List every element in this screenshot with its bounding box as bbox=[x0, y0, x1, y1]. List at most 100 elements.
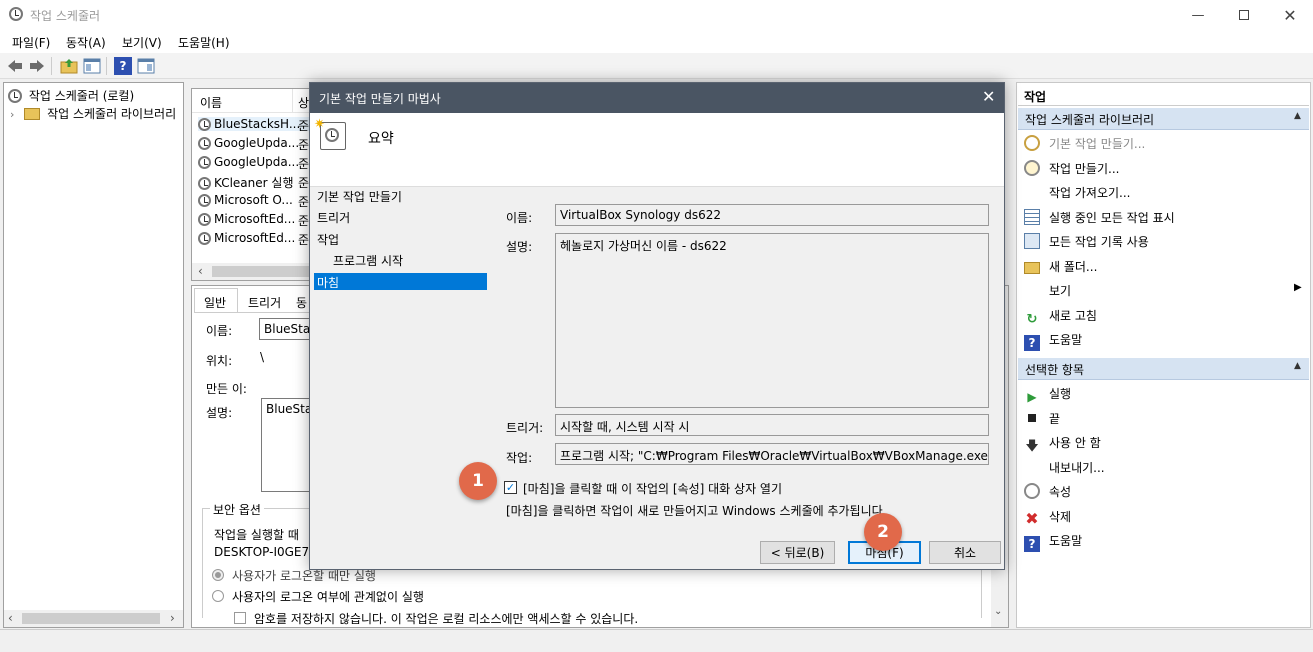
help-icon: ? bbox=[1024, 536, 1040, 552]
folder-clock-icon bbox=[24, 108, 41, 120]
menu-action[interactable]: 동작(A) bbox=[66, 34, 106, 51]
task-clock-icon bbox=[198, 118, 211, 131]
table-row[interactable]: GoogleUpda... 준 bbox=[198, 155, 312, 171]
action-item[interactable]: ✖ 삭제 bbox=[1024, 508, 1071, 527]
wizard-step: 트리거 bbox=[317, 211, 351, 225]
back-button[interactable]: < 뒤로(B) bbox=[760, 541, 835, 564]
tab-trigger-label: 트리거 bbox=[248, 296, 282, 310]
scheduler-clock-icon bbox=[8, 89, 22, 103]
action-item[interactable]: 작업 만들기... bbox=[1024, 159, 1119, 177]
scroll-thumb[interactable] bbox=[212, 266, 312, 277]
scroll-down-icon[interactable]: ⌄ bbox=[994, 606, 1002, 617]
column-status-header[interactable]: 상 bbox=[298, 94, 309, 111]
table-row[interactable]: BlueStacksH... 준 bbox=[198, 117, 312, 133]
wizard-step: 작업 bbox=[317, 233, 340, 247]
task-list: 이름 상 BlueStacksH... 준 GoogleUpda... 준 Google… bbox=[191, 88, 315, 281]
action-item[interactable]: 끝 bbox=[1024, 410, 1060, 427]
up-folder-icon[interactable] bbox=[60, 57, 78, 75]
dialog-title: 기본 작업 만들기 마법사 bbox=[319, 92, 441, 106]
task-clock-icon bbox=[198, 137, 211, 150]
action-label: 끝 bbox=[1049, 411, 1061, 426]
action-item[interactable]: 보기 ▶ bbox=[1024, 282, 1302, 299]
security-run-as-label: 작업을 실행할 때 bbox=[214, 528, 299, 542]
radio-regardless[interactable] bbox=[212, 590, 224, 602]
radio-logon-only[interactable] bbox=[212, 569, 224, 581]
actions-section-selected[interactable]: 선택한 항목 ▲ bbox=[1018, 358, 1309, 380]
menu-file[interactable]: 파일(F) bbox=[12, 34, 50, 51]
table-row[interactable]: MicrosoftEd... 준 bbox=[198, 231, 312, 247]
tree-item-library[interactable]: › 작업 스케줄러 라이브러리 bbox=[10, 105, 185, 122]
tree-item-root[interactable]: 작업 스케줄러 (로컬) bbox=[8, 87, 134, 104]
action-item[interactable]: ? 도움말 bbox=[1024, 532, 1082, 552]
table-row[interactable]: MicrosoftEd... 준 bbox=[198, 212, 312, 228]
close-button[interactable]: ✕ bbox=[1267, 0, 1313, 30]
action-label: 모든 작업 기록 사용 bbox=[1049, 235, 1149, 249]
history-icon bbox=[1024, 233, 1040, 249]
scroll-right-icon[interactable]: › bbox=[170, 611, 175, 625]
action-item[interactable]: 작업 가져오기... bbox=[1024, 184, 1131, 201]
tab-action[interactable]: 동 bbox=[290, 290, 310, 312]
collapse-up-icon[interactable]: ▲ bbox=[1294, 361, 1301, 371]
tree-scrollbar[interactable]: ‹ › bbox=[4, 610, 183, 627]
action-item[interactable]: ↻ 새로 고침 bbox=[1024, 307, 1097, 328]
action-item[interactable]: 내보내기... bbox=[1024, 459, 1105, 476]
detail-location-value: \ bbox=[260, 350, 265, 364]
action-item[interactable]: 기본 작업 만들기... bbox=[1024, 135, 1145, 152]
action-item[interactable]: 🡇 사용 안 함 bbox=[1024, 434, 1101, 455]
action-item[interactable]: ▶ 실행 bbox=[1024, 385, 1071, 405]
back-arrow-icon[interactable] bbox=[6, 57, 24, 75]
table-row[interactable]: Microsoft O... 준 bbox=[198, 193, 312, 209]
actions-title: 작업 bbox=[1024, 90, 1047, 104]
action-label: 삭제 bbox=[1049, 509, 1072, 524]
task-list-scrollbar[interactable]: ‹ bbox=[192, 263, 314, 280]
action-item[interactable]: 실행 중인 모든 작업 표시 bbox=[1024, 208, 1175, 226]
scroll-thumb[interactable] bbox=[22, 613, 160, 624]
blank-icon bbox=[1024, 184, 1040, 200]
minimize-button[interactable]: — bbox=[1175, 0, 1221, 30]
action-item[interactable]: 속성 bbox=[1024, 483, 1071, 500]
open-properties-checkbox[interactable]: ✓ bbox=[504, 481, 517, 494]
menu-help[interactable]: 도움말(H) bbox=[178, 34, 230, 51]
summary-name-field[interactable]: VirtualBox Synology ds622 bbox=[555, 204, 989, 226]
menu-bar: 파일(F) 동작(A) 보기(V) 도움말(H) bbox=[0, 30, 1313, 53]
table-row[interactable]: GoogleUpda... 준 bbox=[198, 136, 312, 152]
collapse-up-icon[interactable]: ▲ bbox=[1294, 111, 1301, 121]
action-label: 기본 작업 만들기... bbox=[1049, 137, 1146, 151]
action-label: 보기 bbox=[1049, 284, 1072, 298]
action-item[interactable]: 새 폴더... bbox=[1024, 258, 1097, 275]
task-name: GoogleUpda... bbox=[214, 136, 300, 150]
summary-trigger-field[interactable]: 시작할 때, 시스템 시작 시 bbox=[555, 414, 989, 436]
submenu-arrow-icon: ▶ bbox=[1294, 282, 1302, 293]
wizard-step: 프로그램 시작 bbox=[333, 254, 404, 268]
action-item[interactable]: ? 도움말 bbox=[1024, 331, 1082, 351]
summary-desc-field[interactable]: 헤놀로지 가상머신 이름 - ds622 bbox=[555, 233, 989, 408]
table-row[interactable]: KCleaner 실행 준 bbox=[198, 174, 312, 191]
show-hide-action-pane-icon[interactable] bbox=[137, 57, 155, 75]
scroll-left-icon[interactable]: ‹ bbox=[198, 264, 203, 278]
action-item[interactable]: 모든 작업 기록 사용 bbox=[1024, 233, 1149, 250]
task-clock-icon bbox=[198, 232, 211, 245]
expand-chevron-icon[interactable]: › bbox=[10, 108, 14, 121]
tab-trigger[interactable]: 트리거 bbox=[240, 290, 288, 312]
checkbox-no-password[interactable] bbox=[234, 612, 246, 624]
forward-arrow-icon[interactable] bbox=[28, 57, 46, 75]
status-bar bbox=[0, 629, 1313, 652]
tree-root-label: 작업 스케줄러 (로컬) bbox=[28, 89, 135, 103]
show-hide-tree-icon[interactable] bbox=[83, 57, 101, 75]
radio-regardless-label: 사용자의 로그온 여부에 관계없이 실행 bbox=[232, 590, 424, 604]
column-name-header[interactable]: 이름 bbox=[200, 94, 222, 111]
help-toolbar-icon[interactable]: ? bbox=[114, 57, 132, 75]
scroll-left-icon[interactable]: ‹ bbox=[8, 611, 13, 625]
tab-general[interactable]: 일반 bbox=[194, 288, 238, 312]
task-clock-icon bbox=[198, 194, 211, 207]
actions-section-library[interactable]: 작업 스케줄러 라이브러리 ▲ bbox=[1018, 108, 1309, 130]
wizard-dialog: 기본 작업 만들기 마법사 ✕ ✷ 요약 기본 작업 만들기 트리거 작업 프로그램 … bbox=[309, 82, 1005, 570]
cancel-button[interactable]: 취소 bbox=[929, 541, 1001, 564]
dialog-close-icon[interactable]: ✕ bbox=[982, 87, 995, 106]
menu-view[interactable]: 보기(V) bbox=[122, 34, 162, 51]
summary-action-field[interactable]: 프로그램 시작; "C:₩Program Files₩Oracle₩Virtua… bbox=[555, 443, 989, 465]
folder-icon bbox=[1024, 261, 1040, 274]
maximize-button[interactable] bbox=[1221, 0, 1267, 30]
list-icon bbox=[1024, 208, 1040, 225]
action-label: 사용 안 함 bbox=[1049, 436, 1101, 450]
